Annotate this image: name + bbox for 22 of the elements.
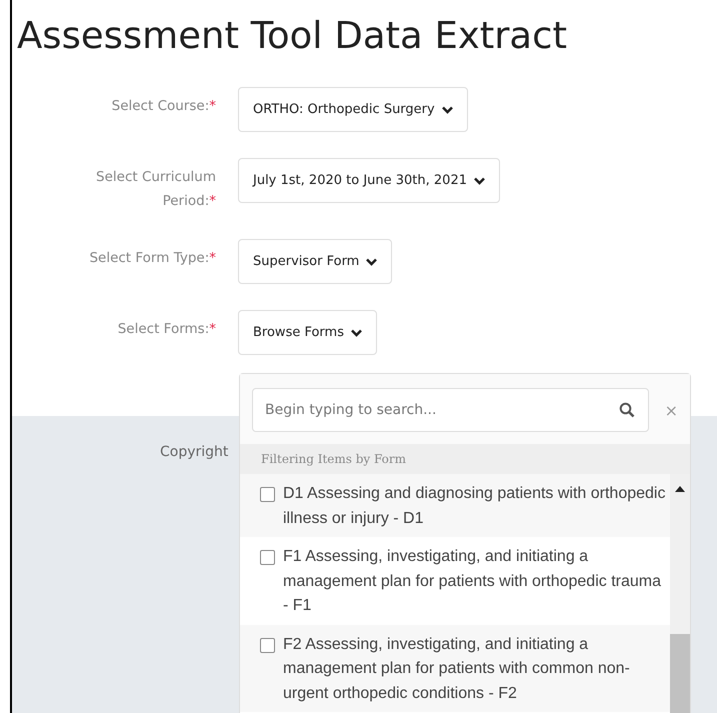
select-dropdown[interactable]: July 1st, 2020 to June 30th, 2021 [238,158,500,203]
chevron-down-icon [474,176,485,184]
field-label: Select Course:* [110,97,217,116]
search-field[interactable]: Begin typing to search... [252,388,649,432]
checkbox[interactable] [260,638,275,652]
copyright-text: Copyright [160,444,228,460]
chevron-down-icon [442,106,453,114]
chevron-down-icon [351,328,362,336]
form-option[interactable]: F1 Assessing, investigating, and initiating a management plan for patients with orthopedic trauma - F1 [283,545,666,618]
chevron-down-icon [366,258,378,266]
scroll-up-icon[interactable] [675,486,685,492]
field-label: Select Form Type:* [88,249,217,268]
page-title: Assessment Tool Data Extract [16,13,568,57]
select-dropdown[interactable]: Browse Forms [238,310,377,355]
select-dropdown[interactable]: Supervisor Form [238,239,392,284]
select-dropdown[interactable]: ORTHO: Orthopedic Surgery [238,87,468,132]
checkbox[interactable] [260,487,275,502]
group-header: Filtering Items by Form [240,444,690,474]
field-label: Select Forms:* [116,320,217,339]
field-label: Select Curriculum Period:* [95,168,217,211]
checkbox[interactable] [260,550,275,565]
search-icon [618,402,635,418]
